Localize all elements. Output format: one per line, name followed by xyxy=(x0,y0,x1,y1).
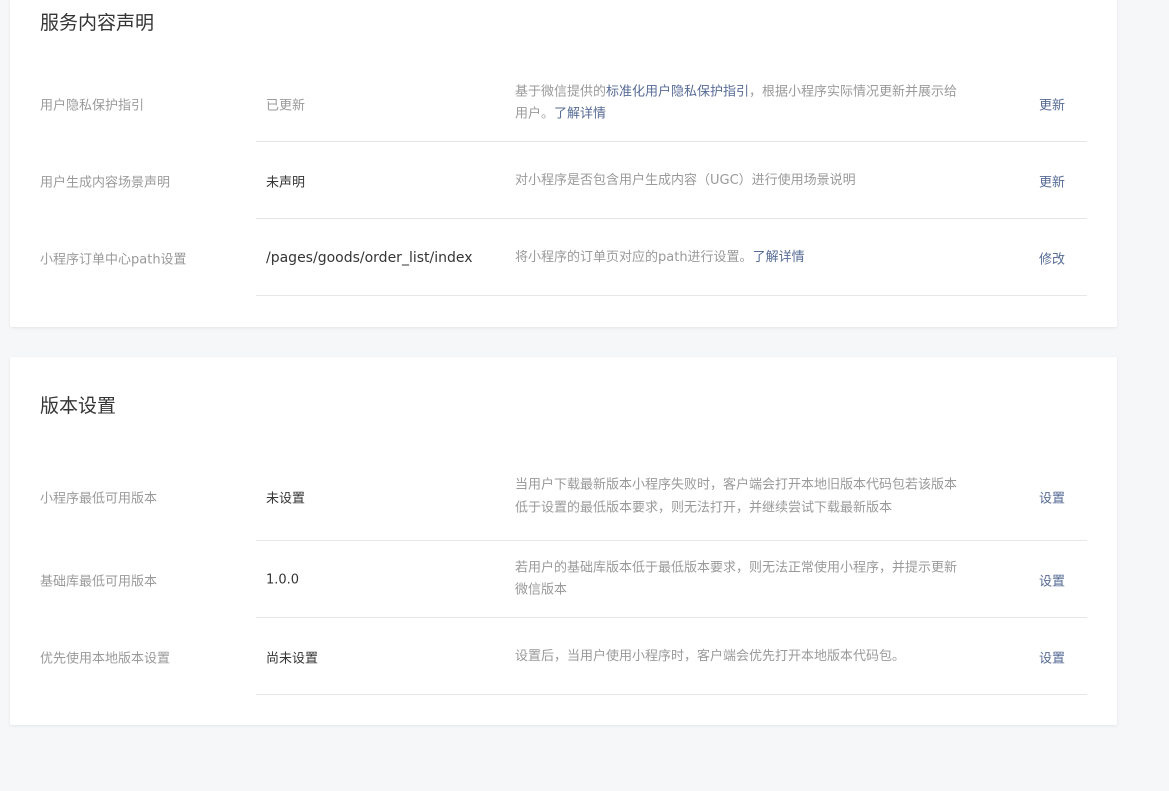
ugc-declaration-description: 对小程序是否包含用户生成内容（UGC）进行使用场景说明 xyxy=(515,172,856,188)
min-lib-version-value: 1.0.0 xyxy=(266,572,300,587)
version-section-title: 版本设置 xyxy=(40,395,117,417)
privacy-guide-learn-more-link[interactable]: 了解详情 xyxy=(554,107,606,122)
divider xyxy=(256,295,1087,296)
privacy-guide-label: 用户隐私保护指引 xyxy=(40,98,145,113)
local-version-priority-label: 优先使用本地版本设置 xyxy=(40,651,171,666)
privacy-guide-description: 基于微信提供的标准化用户隐私保护指引，根据小程序实际情况更新并展示给用户。了解详… xyxy=(515,81,960,126)
order-path-desc-text: 将小程序的订单页对应的path进行设置。 xyxy=(515,249,753,265)
divider xyxy=(256,694,1087,695)
local-version-priority-description: 设置后，当用户使用小程序时，客户端会优先打开本地版本代码包。 xyxy=(515,648,906,664)
order-path-description: 将小程序的订单页对应的path进行设置。了解详情 xyxy=(515,246,960,269)
min-app-version-row: 小程序最低可用版本 未设置 当用户下载最新版本小程序失败时，客户端会打开本地旧版… xyxy=(10,453,1117,541)
privacy-guide-standard-link[interactable]: 标准化用户隐私保护指引 xyxy=(606,84,749,99)
min-app-version-description: 当用户下载最新版本小程序失败时，客户端会打开本地旧版本代码包若该版本低于设置的最… xyxy=(515,477,958,516)
order-path-modify-button[interactable]: 修改 xyxy=(1039,248,1065,267)
min-app-version-set-button[interactable]: 设置 xyxy=(1039,488,1065,507)
privacy-guide-status: 已更新 xyxy=(266,98,306,113)
privacy-guide-row: 用户隐私保护指引 已更新 基于微信提供的标准化用户隐私保护指引，根据小程序实际情… xyxy=(10,65,1117,142)
order-path-learn-more-link[interactable]: 了解详情 xyxy=(753,249,805,264)
min-lib-version-description: 若用户的基础库版本低于最低版本要求，则无法正常使用小程序，并提示更新微信版本 xyxy=(515,560,958,598)
local-version-priority-value: 尚未设置 xyxy=(266,651,319,666)
min-lib-version-row: 基础库最低可用版本 1.0.0 若用户的基础库版本低于最低版本要求，则无法正常使… xyxy=(10,541,1117,618)
min-app-version-value: 未设置 xyxy=(266,491,306,507)
service-content-card: 服务内容声明 用户隐私保护指引 已更新 基于微信提供的标准化用户隐私保护指引，根… xyxy=(10,0,1117,327)
ugc-declaration-label: 用户生成内容场景声明 xyxy=(40,175,171,190)
version-settings-card: 版本设置 小程序最低可用版本 未设置 当用户下载最新版本小程序失败时，客户端会打… xyxy=(10,357,1117,725)
min-lib-version-set-button[interactable]: 设置 xyxy=(1039,570,1065,589)
min-lib-version-label: 基础库最低可用版本 xyxy=(40,574,158,589)
min-app-version-label: 小程序最低可用版本 xyxy=(40,491,158,507)
ugc-declaration-update-button[interactable]: 更新 xyxy=(1039,171,1065,190)
ugc-declaration-row: 用户生成内容场景声明 未声明 对小程序是否包含用户生成内容（UGC）进行使用场景… xyxy=(10,142,1117,219)
privacy-guide-desc-text: 基于微信提供的 xyxy=(515,84,607,99)
order-path-label: 小程序订单中心path设置 xyxy=(40,252,187,267)
order-path-value: /pages/goods/order_list/index xyxy=(266,249,473,266)
local-version-priority-row: 优先使用本地版本设置 尚未设置 设置后，当用户使用小程序时，客户端会优先打开本地… xyxy=(10,618,1117,695)
local-version-priority-set-button[interactable]: 设置 xyxy=(1039,647,1065,666)
order-path-row: 小程序订单中心path设置 /pages/goods/order_list/in… xyxy=(10,219,1117,296)
service-section-title: 服务内容声明 xyxy=(40,12,155,34)
ugc-declaration-status: 未声明 xyxy=(266,175,306,190)
privacy-guide-update-button[interactable]: 更新 xyxy=(1039,94,1065,113)
